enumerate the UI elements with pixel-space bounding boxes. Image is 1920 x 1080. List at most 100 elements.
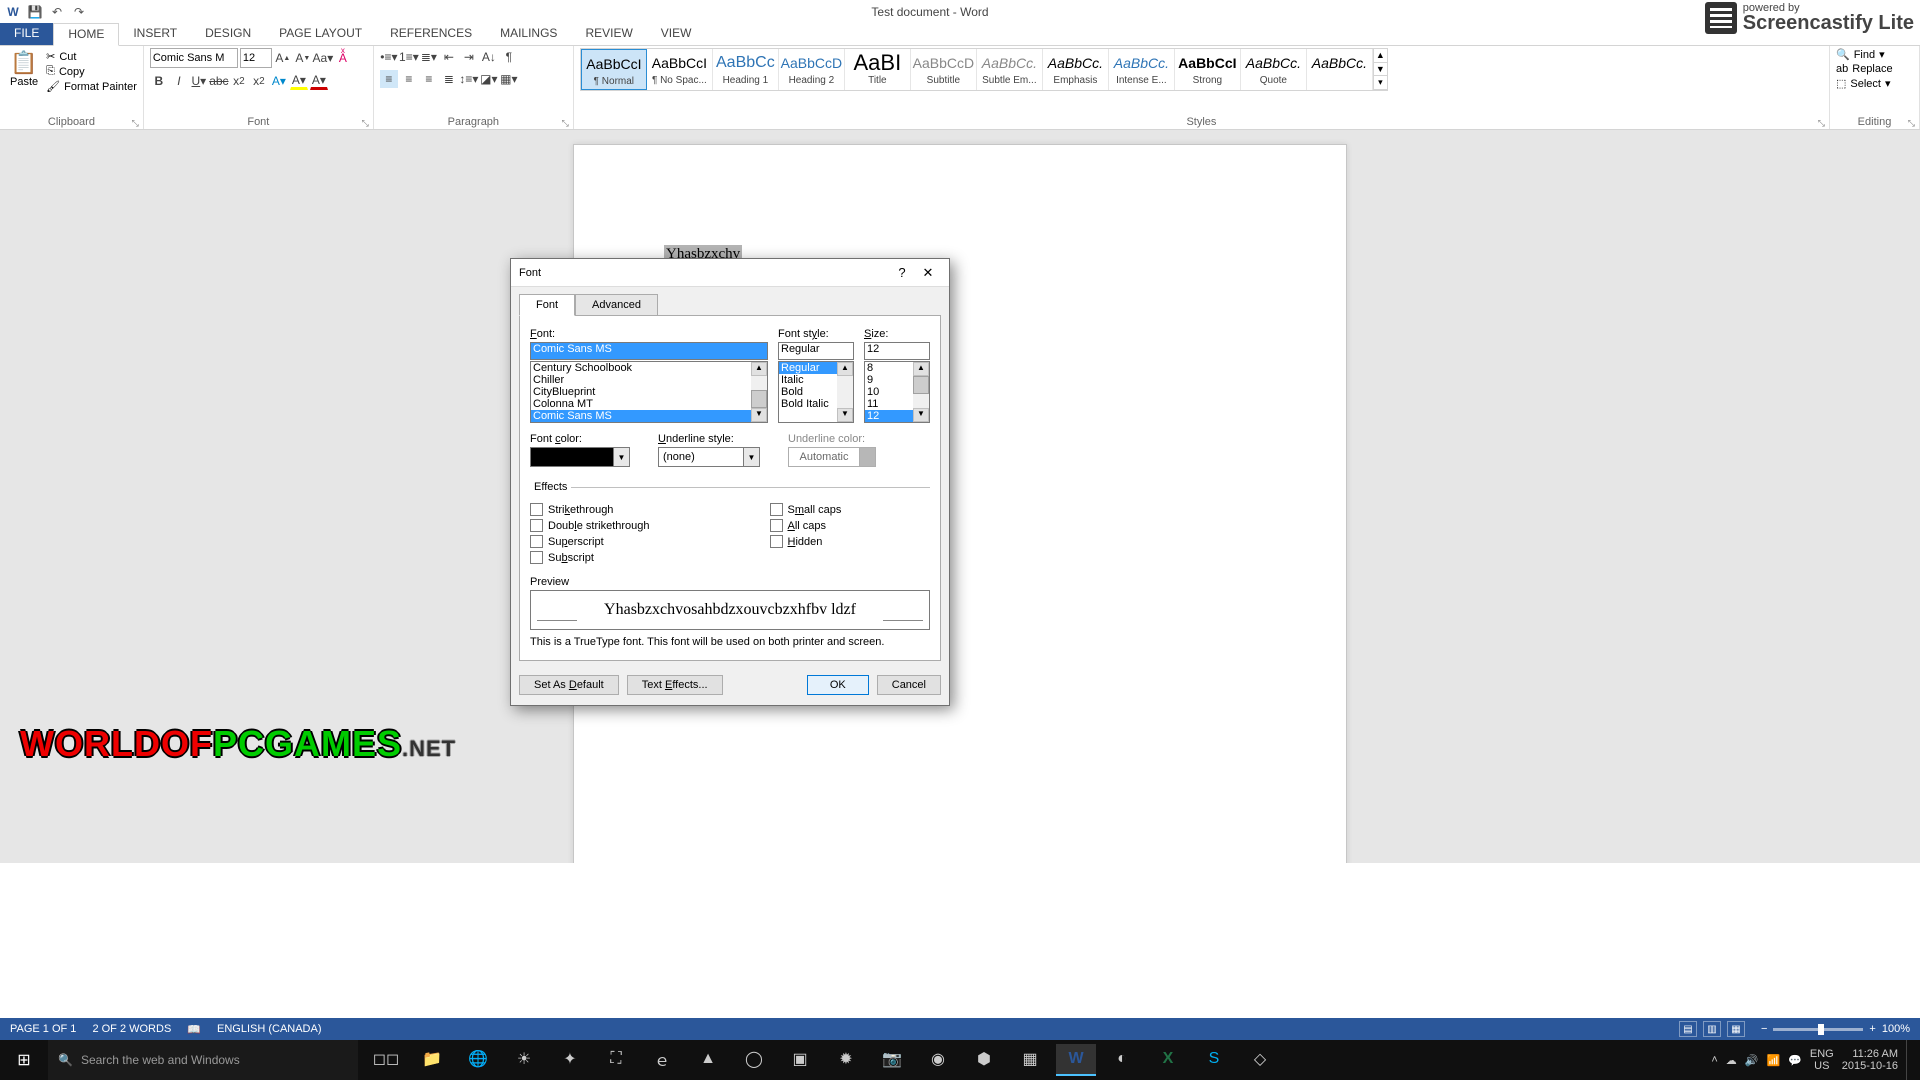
tab-review[interactable]: REVIEW (571, 23, 646, 45)
system-tray[interactable]: ˄ ☁ 🔊 📶 💬 ENGUS 11:26 AM2015-10-16 (1703, 1040, 1920, 1080)
redo-icon[interactable]: ↷ (72, 5, 86, 19)
set-default-button[interactable]: Set As Default (519, 675, 619, 695)
style-title[interactable]: AaBITitle (845, 49, 911, 90)
app-icon-1[interactable]: ☀ (504, 1044, 544, 1076)
start-button[interactable]: ⊞ (0, 1040, 48, 1080)
clear-format-icon[interactable]: Aͯ (334, 49, 352, 67)
ok-button[interactable]: OK (807, 675, 869, 695)
style-subtle-emphasis[interactable]: AaBbCc.Subtle Em... (977, 49, 1043, 90)
italic-icon[interactable]: I (170, 72, 188, 90)
style-no-spacing[interactable]: AaBbCcI¶ No Spac... (647, 49, 713, 90)
action-center-icon[interactable]: 💬 (1788, 1054, 1802, 1067)
checkbox-subscript[interactable]: Subscript (530, 551, 650, 564)
zoom-level[interactable]: 100% (1882, 1023, 1910, 1035)
style-emphasis[interactable]: AaBbCc.Emphasis (1043, 49, 1109, 90)
show-marks-icon[interactable]: ¶ (500, 48, 518, 66)
checkbox-superscript[interactable]: Superscript (530, 535, 650, 548)
dialog-tab-font[interactable]: Font (519, 294, 575, 316)
language-indicator[interactable]: ENGUS (1810, 1048, 1834, 1072)
status-language[interactable]: ENGLISH (CANADA) (217, 1023, 322, 1035)
app-icon-11[interactable]: ▦ (1010, 1044, 1050, 1076)
read-mode-icon[interactable]: ▤ (1679, 1021, 1697, 1037)
font-style-input[interactable]: Regular (778, 342, 854, 360)
shrink-font-icon[interactable]: A▼ (294, 49, 312, 67)
word-task-icon[interactable]: W (1056, 1044, 1096, 1076)
tab-file[interactable]: FILE (0, 23, 53, 45)
app-icon-6[interactable]: ▣ (780, 1044, 820, 1076)
underline-style-combo[interactable]: (none)▼ (658, 447, 760, 467)
borders-icon[interactable]: ▦▾ (500, 70, 518, 88)
zoom-slider[interactable] (1773, 1028, 1863, 1031)
tray-chevron-icon[interactable]: ˄ (1711, 1054, 1717, 1066)
style-heading2[interactable]: AaBbCcDHeading 2 (779, 49, 845, 90)
save-icon[interactable]: 💾 (28, 5, 42, 19)
checkbox-all-caps[interactable]: All caps (770, 519, 842, 532)
style-subtitle[interactable]: AaBbCcDSubtitle (911, 49, 977, 90)
style-more[interactable]: AaBbCc. (1307, 49, 1373, 90)
styles-scroll[interactable]: ▲▼▾ (1373, 49, 1387, 90)
scrollbar[interactable]: ▲▼ (837, 362, 853, 422)
onedrive-icon[interactable]: ☁ (1726, 1054, 1737, 1067)
tab-references[interactable]: REFERENCES (376, 23, 486, 45)
paste-button[interactable]: 📋 Paste (6, 48, 42, 93)
select-button[interactable]: ⬚Select ▾ (1836, 77, 1913, 90)
app-icon-5[interactable]: ◯ (734, 1044, 774, 1076)
checkbox-double-strikethrough[interactable]: Double strikethrough (530, 519, 650, 532)
align-left-icon[interactable]: ≡ (380, 70, 398, 88)
underline-color-combo[interactable]: Automatic (788, 447, 876, 467)
sort-icon[interactable]: A↓ (480, 48, 498, 66)
print-layout-icon[interactable]: ▥ (1703, 1021, 1721, 1037)
style-intense-emphasis[interactable]: AaBbCc.Intense E... (1109, 49, 1175, 90)
size-input[interactable]: 12 (864, 342, 930, 360)
find-button[interactable]: 🔍Find ▾ (1836, 48, 1913, 61)
font-color-combo[interactable]: ▼ (530, 447, 630, 467)
task-view-icon[interactable]: ◻◻ (366, 1044, 406, 1076)
shading-icon[interactable]: ◪▾ (480, 70, 498, 88)
text-effects-icon[interactable]: A▾ (270, 72, 288, 90)
style-heading1[interactable]: AaBbCcHeading 1 (713, 49, 779, 90)
cut-button[interactable]: ✂Cut (46, 50, 137, 63)
scrollbar[interactable]: ▲▼ (751, 362, 767, 422)
copy-button[interactable]: ⎘Copy (46, 65, 137, 78)
tab-view[interactable]: VIEW (647, 23, 706, 45)
skype-icon[interactable]: S (1194, 1044, 1234, 1076)
app-icon-10[interactable]: ⬢ (964, 1044, 1004, 1076)
app-icon-7[interactable]: ✹ (826, 1044, 866, 1076)
checkbox-strikethrough[interactable]: Strikethrough (530, 503, 650, 516)
align-center-icon[interactable]: ≡ (400, 70, 418, 88)
tab-insert[interactable]: INSERT (119, 23, 191, 45)
tab-mailings[interactable]: MAILINGS (486, 23, 571, 45)
change-case-icon[interactable]: Aa▾ (314, 49, 332, 67)
font-color-icon[interactable]: A▾ (310, 72, 328, 90)
volume-icon[interactable]: 🔊 (1745, 1054, 1759, 1067)
proofing-icon[interactable]: 📖 (187, 1023, 201, 1036)
multilevel-icon[interactable]: ≣▾ (420, 48, 438, 66)
font-style-listbox[interactable]: Regular Italic Bold Bold Italic ▲▼ (778, 361, 854, 423)
font-input[interactable]: Comic Sans MS (530, 342, 768, 360)
show-desktop[interactable] (1906, 1040, 1912, 1080)
app-icon-12[interactable]: ◇ (1240, 1044, 1280, 1076)
tab-page-layout[interactable]: PAGE LAYOUT (265, 23, 376, 45)
app-icon-2[interactable]: ✦ (550, 1044, 590, 1076)
subscript-icon[interactable]: x2 (230, 72, 248, 90)
style-quote[interactable]: AaBbCc.Quote (1241, 49, 1307, 90)
tab-home[interactable]: HOME (53, 23, 119, 46)
checkbox-hidden[interactable]: Hidden (770, 535, 842, 548)
tab-design[interactable]: DESIGN (191, 23, 265, 45)
clock[interactable]: 11:26 AM2015-10-16 (1842, 1048, 1898, 1072)
line-spacing-icon[interactable]: ↕≡▾ (460, 70, 478, 88)
zoom-in-icon[interactable]: + (1869, 1023, 1875, 1035)
file-explorer-icon[interactable]: 📁 (412, 1044, 452, 1076)
steam-icon[interactable]: ◐ (1102, 1044, 1142, 1076)
excel-icon[interactable]: X (1148, 1044, 1188, 1076)
font-name-input[interactable] (150, 48, 238, 68)
web-layout-icon[interactable]: ▦ (1727, 1021, 1745, 1037)
bullets-icon[interactable]: •≡▾ (380, 48, 398, 66)
edge-icon[interactable]: ｅ (642, 1044, 682, 1076)
outdent-icon[interactable]: ⇤ (440, 48, 458, 66)
cancel-button[interactable]: Cancel (877, 675, 941, 695)
status-words[interactable]: 2 OF 2 WORDS (92, 1023, 171, 1035)
grow-font-icon[interactable]: A▲ (274, 49, 292, 67)
superscript-icon[interactable]: x2 (250, 72, 268, 90)
document-area[interactable]: Yhasbzxchv ✎ Font ? ✕ Font Advanced Font… (0, 130, 1920, 863)
